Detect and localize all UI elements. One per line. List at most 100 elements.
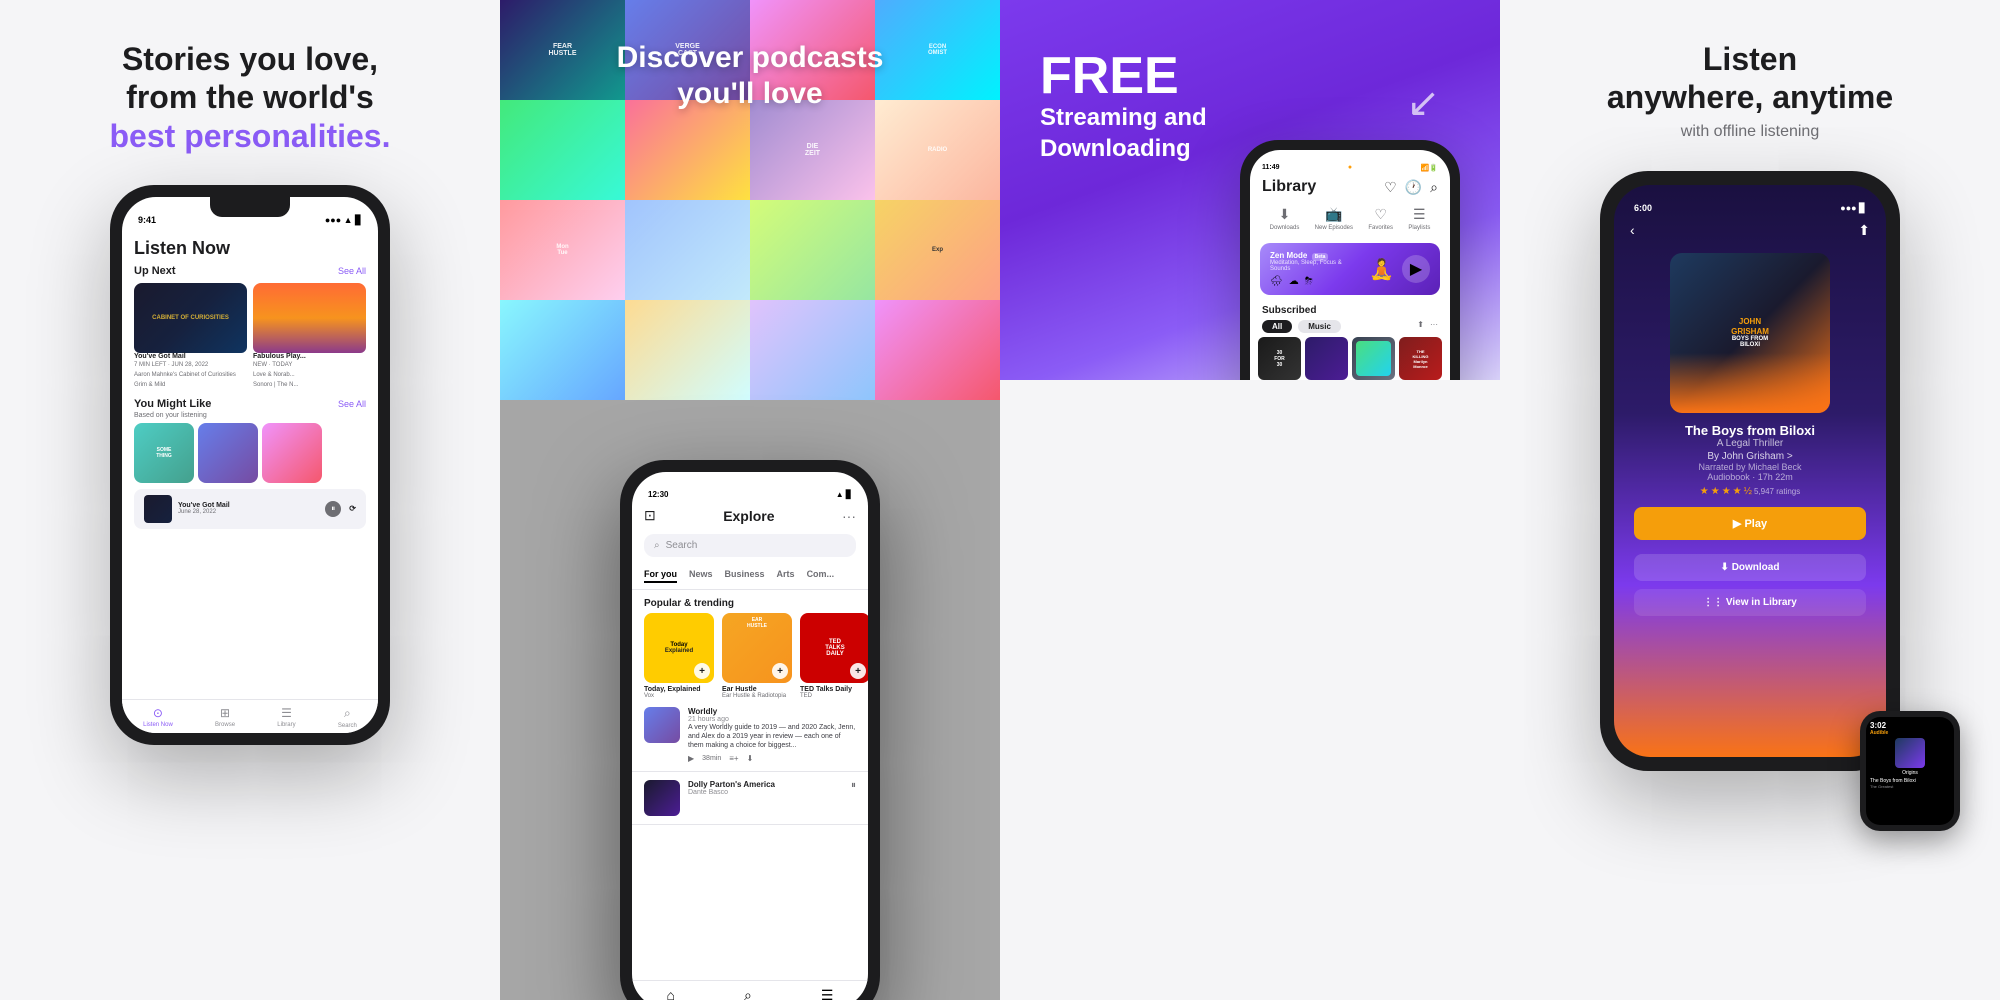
subscribed-filter-pills: All Music ⬆ ··· [1250, 320, 1450, 337]
album-sunset-overlay [1670, 353, 1830, 413]
episode-2-art [644, 780, 680, 816]
explore-search-bar[interactable]: ⌕ Search [644, 534, 856, 557]
trending-cards: TodayExplained + Today, Explained Vox EA… [632, 613, 868, 699]
grid-cell-7: DIEZEIT [750, 100, 875, 200]
explore-title: Explore [723, 508, 774, 524]
add-podcast-2[interactable]: + [772, 663, 788, 679]
up-next-see-all[interactable]: See All [338, 266, 366, 276]
grid-cell-10 [625, 200, 750, 300]
listen-now-title: Listen Now [134, 238, 366, 259]
tab-listen-now[interactable]: ⊙ Listen Now [143, 706, 173, 729]
library-title: Library [1262, 178, 1316, 196]
subscribed-label: Subscribed [1250, 299, 1450, 320]
podcast-thumb-clearing[interactable] [1352, 337, 1395, 380]
episode-item-2[interactable]: Dolly Parton's America Dante Basco ⏸ [632, 772, 868, 825]
phone-mockup-1: 9:41 ●●● ▲ ▊ Listen Now Up Next See All … [110, 185, 390, 745]
grid-cell-8: RADIO [875, 100, 1000, 200]
podcast2-source: Love & Norab... [253, 372, 366, 380]
streaming-sub-text: Streaming and Downloading [1040, 102, 1207, 164]
download-episode-1[interactable]: ⬇ [747, 754, 754, 763]
add-podcast-1[interactable]: + [694, 663, 710, 679]
cabinet-curiosities-art[interactable]: CABINET OF CURIOSITIES [134, 283, 247, 353]
player-nav: ‹ ⬆ [1614, 218, 1886, 243]
episode-1-art [644, 707, 680, 743]
download-filter-icon: ⬇ [1279, 206, 1291, 223]
search-placeholder: Search [666, 540, 698, 551]
watch-brand: Audible [1870, 730, 1950, 736]
view-in-library-button[interactable]: ⋮⋮ View in Library [1634, 589, 1866, 616]
podcast2-title: Fabulous Play... [253, 353, 366, 360]
tab-more[interactable]: Com... [807, 569, 835, 583]
watch-current-title: Origins [1870, 770, 1950, 776]
panel2-headline: Discover podcasts you'll love [500, 40, 1000, 112]
play-episode-1[interactable]: ▶ [688, 754, 694, 763]
tab-arts[interactable]: Arts [777, 569, 795, 583]
download-button[interactable]: ⬇ Download [1634, 554, 1866, 581]
zen-play-button[interactable]: ▶ [1402, 255, 1430, 283]
tab-for-you[interactable]: For you [644, 569, 677, 583]
clock-icon[interactable]: 🕐 [1405, 179, 1422, 196]
share-button[interactable]: ⬆ [1858, 222, 1870, 239]
episode-2-pause[interactable]: ⏸ [851, 780, 856, 816]
all-filter-pill[interactable]: All [1262, 320, 1292, 333]
zen-mode-banner[interactable]: Zen Mode Beta Meditation, Sleep, Focus &… [1260, 243, 1440, 295]
podcast-thumb-killing[interactable]: THEKILLINGMarilynMonroe [1399, 337, 1442, 380]
podcast2-network: Sonoro | The N... [253, 382, 366, 390]
explore-bottom-bar: ⌂ ⌕ ☰ [632, 980, 868, 1000]
music-filter-pill[interactable]: Music [1298, 320, 1341, 333]
search-lib-icon[interactable]: ⌕ [1430, 179, 1438, 196]
favorites-filter[interactable]: ♡ Favorites [1368, 206, 1393, 231]
playlists-filter[interactable]: ☰ Playlists [1408, 206, 1430, 231]
library-filter-tabs: ⬇ Downloads 📺 New Episodes ♡ Favorites ☰… [1250, 198, 1450, 239]
more-options-icon[interactable]: ··· [1430, 320, 1438, 333]
downloads-filter[interactable]: ⬇ Downloads [1270, 206, 1300, 231]
episode-2-info: Dolly Parton's America Dante Basco [688, 780, 843, 816]
search-tab-icon[interactable]: ⌕ [744, 987, 752, 1000]
trending-card-2[interactable]: EARHUSTLE + Ear Hustle Ear Hustle & Radi… [722, 613, 792, 699]
more-icon[interactable]: ··· [842, 508, 856, 524]
tab-business[interactable]: Business [725, 569, 765, 583]
mini-podcast-2[interactable] [198, 423, 258, 483]
zen-figure-icon: 🧘 [1369, 257, 1394, 282]
popular-trending-label: Popular & trending [632, 590, 868, 613]
playlists-icon: ☰ [1413, 206, 1426, 223]
now-playing-bar: You've Got Mail June 28, 2022 ⏸ ⟳ [134, 489, 366, 529]
new-episodes-filter[interactable]: 📺 New Episodes [1315, 206, 1353, 231]
tab-browse[interactable]: ⊞ Browse [215, 706, 235, 729]
mini-podcast-1[interactable]: SOMETHING [134, 423, 194, 483]
tab-search[interactable]: ⌕ Search [338, 706, 357, 729]
np-play-button[interactable]: ⏸ [325, 501, 341, 517]
trending-card-3[interactable]: TEDTALKSDAILY + TED Talks Daily TED [800, 613, 868, 699]
add-episode-1[interactable]: ≡+ [729, 754, 738, 763]
episode-1-info: Worldly 21 hours ago A very Worldly guid… [688, 707, 856, 763]
book-type: Audiobook · 17h 22m [1614, 472, 1886, 482]
menu-tab-icon[interactable]: ☰ [821, 987, 834, 1000]
phone-screen-2: 12:30 ▲ ▊ ⊡ Explore ··· ⌕ Search For you… [632, 472, 868, 1000]
podcast-thumb-30for30[interactable]: 30FOR30 [1258, 337, 1301, 380]
panel1-headline: Stories you love, from the world's best … [110, 40, 391, 155]
phone-content-1: Listen Now Up Next See All CABINET OF CU… [122, 230, 378, 699]
cast-icon[interactable]: ⊡ [644, 507, 656, 524]
trending-card-1[interactable]: TodayExplained + Today, Explained Vox [644, 613, 714, 699]
share-icon[interactable]: ⬆ [1417, 320, 1424, 333]
np-skip-button[interactable]: ⟳ [349, 504, 356, 513]
podcast1-source: Aaron Mahnke's Cabinet of Curiosities [134, 372, 247, 380]
heart-icon[interactable]: ♡ [1384, 179, 1397, 196]
browse-icon: ⊞ [220, 706, 230, 720]
free-badge: FREE [1040, 50, 1179, 102]
tab-library[interactable]: ☰ Library [277, 706, 295, 729]
phone-notch-1 [210, 197, 290, 217]
add-podcast-3[interactable]: + [850, 663, 866, 679]
tab-news[interactable]: News [689, 569, 713, 583]
fabulous-play-art[interactable] [253, 283, 366, 353]
home-tab-icon[interactable]: ⌂ [667, 987, 675, 1000]
you-might-like-see-all[interactable]: See All [338, 399, 366, 409]
apple-watch-widget: 3:02 Audible Origins The Boys from Bilox… [1860, 711, 1960, 831]
book-author[interactable]: By John Grisham > [1614, 451, 1886, 462]
play-button[interactable]: ▶ Play [1634, 507, 1866, 540]
book-subtitle: A Legal Thriller [1614, 438, 1886, 449]
back-button[interactable]: ‹ [1630, 222, 1635, 239]
mini-podcast-3[interactable] [262, 423, 322, 483]
podcast-thumb-revisionist[interactable] [1305, 337, 1348, 380]
episode-item-1[interactable]: Worldly 21 hours ago A very Worldly guid… [632, 699, 868, 772]
